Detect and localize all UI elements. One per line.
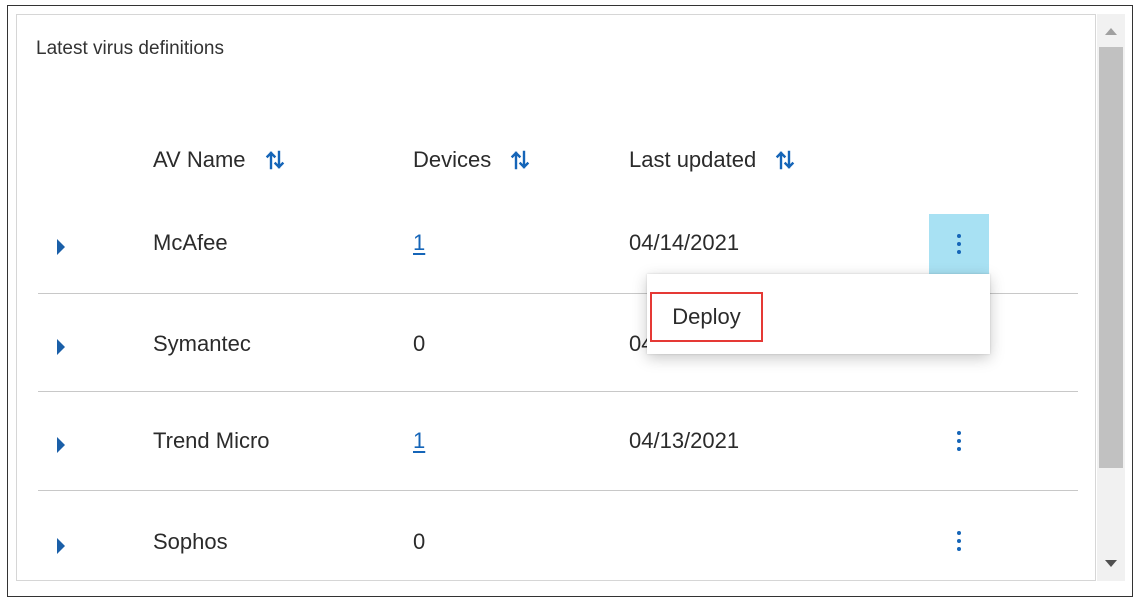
row-av-name: Symantec bbox=[153, 331, 251, 356]
column-header-label: Devices bbox=[413, 147, 492, 172]
column-header-label: AV Name bbox=[153, 147, 246, 172]
row-action-menu: Deploy bbox=[647, 274, 990, 354]
deploy-menu-item[interactable]: Deploy bbox=[650, 292, 763, 342]
row-devices: 0 bbox=[413, 529, 426, 554]
row-divider bbox=[38, 490, 1078, 491]
column-header-av-name[interactable]: AV Name bbox=[153, 147, 286, 173]
caret-right-icon[interactable] bbox=[57, 339, 65, 355]
caret-right-icon[interactable] bbox=[57, 239, 65, 255]
row-av-name: Sophos bbox=[153, 529, 228, 554]
row-devices-link[interactable]: 1 bbox=[413, 230, 425, 256]
row-devices: 0 bbox=[413, 331, 426, 356]
row-last-updated: 04/13/2021 bbox=[629, 428, 740, 453]
sort-arrows-icon[interactable] bbox=[774, 149, 796, 171]
scrollbar-thumb[interactable] bbox=[1099, 47, 1123, 468]
scroll-down-arrow-icon[interactable] bbox=[1105, 560, 1117, 567]
sort-arrows-icon[interactable] bbox=[264, 149, 286, 171]
row-divider bbox=[38, 391, 1078, 392]
scroll-up-arrow-icon[interactable] bbox=[1105, 28, 1117, 35]
column-header-devices[interactable]: Devices bbox=[413, 147, 531, 173]
column-header-label: Last updated bbox=[629, 147, 757, 172]
panel-title: Latest virus definitions bbox=[36, 38, 224, 59]
kebab-menu-icon[interactable] bbox=[929, 214, 989, 274]
row-devices-link[interactable]: 1 bbox=[413, 428, 425, 454]
caret-right-icon[interactable] bbox=[57, 437, 65, 453]
row-av-name: McAfee bbox=[153, 230, 228, 255]
column-header-last-updated[interactable]: Last updated bbox=[629, 147, 796, 173]
vertical-scrollbar[interactable] bbox=[1097, 14, 1125, 581]
kebab-menu-icon[interactable] bbox=[929, 511, 989, 571]
kebab-menu-icon[interactable] bbox=[929, 411, 989, 471]
sort-arrows-icon[interactable] bbox=[509, 149, 531, 171]
row-av-name: Trend Micro bbox=[153, 428, 270, 453]
caret-right-icon[interactable] bbox=[57, 538, 65, 554]
row-last-updated: 04/14/2021 bbox=[629, 230, 740, 255]
